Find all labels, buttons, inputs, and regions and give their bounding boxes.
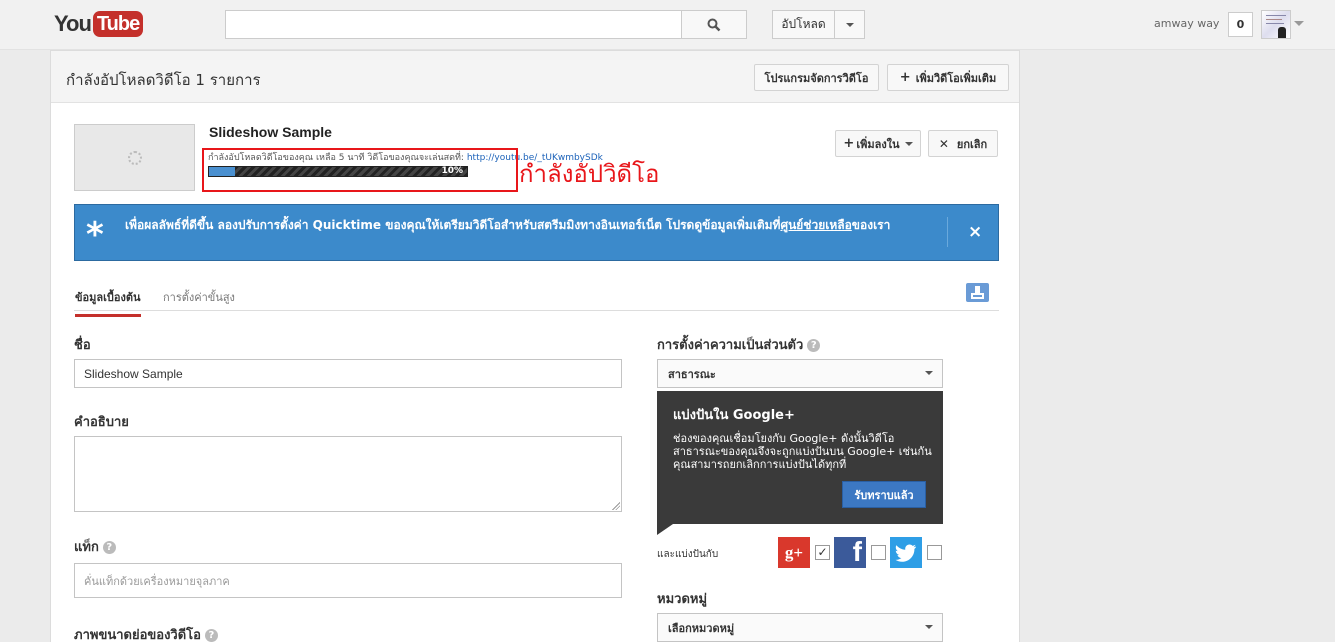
add-more-videos-button[interactable]: + เพิ่มวิดีโอเพิ่มเติม bbox=[887, 64, 1009, 91]
logo-you: You bbox=[54, 11, 92, 36]
banner-text: เพื่อผลลัพธ์ที่ดีขึ้น ลองปรับการตั้งค่า … bbox=[125, 217, 915, 233]
asterisk-icon: * bbox=[86, 215, 104, 255]
description-field[interactable] bbox=[74, 436, 622, 512]
twitter-icon[interactable] bbox=[890, 537, 922, 568]
masthead: You Tube อัปโหลด amway way 0 bbox=[0, 0, 1335, 50]
category-select[interactable]: เลือกหมวดหมู่ bbox=[657, 613, 943, 642]
tags-field[interactable]: คั่นแท็กด้วยเครื่องหมายจุลภาค bbox=[74, 563, 622, 598]
thumbnail-label-row: ภาพขนาดย่อของวิดีโอ? bbox=[74, 624, 218, 642]
add-to-button[interactable]: + เพิ่มลงใน bbox=[835, 130, 921, 157]
logo-tube: Tube bbox=[92, 11, 144, 37]
title-label: ชื่อ bbox=[74, 338, 91, 353]
help-icon[interactable]: ? bbox=[102, 541, 116, 554]
panel-header: กำลังอัปโหลดวิดีโอ 1 รายการ โปรแกรมจัดกา… bbox=[51, 51, 1019, 103]
annotation-text: กำลังอัปวิดีโอ bbox=[519, 160, 660, 188]
tags-label-row: แท็ก? bbox=[74, 536, 116, 557]
help-icon[interactable]: ? bbox=[807, 339, 821, 352]
annotation-box bbox=[202, 148, 518, 192]
chevron-down-icon bbox=[925, 371, 933, 375]
username[interactable]: amway way bbox=[1154, 17, 1219, 30]
video-thumbnail bbox=[74, 124, 195, 191]
avatar[interactable] bbox=[1261, 10, 1291, 39]
account-chevron-icon[interactable] bbox=[1294, 21, 1304, 26]
close-icon: ✕ bbox=[938, 136, 949, 151]
category-label: หมวดหมู่ bbox=[657, 592, 708, 607]
video-title: Slideshow Sample bbox=[209, 124, 332, 140]
privacy-value: สาธารณะ bbox=[668, 367, 716, 381]
cancel-label: ยกเลิก bbox=[956, 137, 988, 151]
privacy-select[interactable]: สาธารณะ bbox=[657, 359, 943, 388]
help-center-link[interactable]: ศูนย์ช่วยเหลือ bbox=[780, 218, 851, 232]
help-icon[interactable]: ? bbox=[204, 629, 218, 642]
upload-button[interactable]: อัปโหลด bbox=[772, 10, 835, 39]
resize-handle-icon[interactable] bbox=[612, 502, 620, 510]
settings-tabs: ข้อมูลเบื้องต้น การตั้งค่าขั้นสูง bbox=[74, 280, 999, 317]
facebook-icon[interactable]: f bbox=[834, 536, 866, 568]
facebook-checkbox[interactable] bbox=[871, 545, 886, 560]
upload-panel: กำลังอัปโหลดวิดีโอ 1 รายการ โปรแกรมจัดกา… bbox=[50, 50, 1020, 642]
banner-close-button[interactable]: × bbox=[968, 222, 982, 242]
search-button[interactable] bbox=[681, 10, 747, 39]
tooltip-title: แบ่งปันใน Google+ bbox=[673, 408, 795, 423]
privacy-label-row: การตั้งค่าความเป็นส่วนตัว? bbox=[657, 334, 821, 355]
got-it-button[interactable]: รับทราบแล้ว bbox=[842, 481, 926, 508]
tab-basic-info[interactable]: ข้อมูลเบื้องต้น bbox=[75, 288, 141, 317]
banner-message: เพื่อผลลัพธ์ที่ดีขึ้น ลองปรับการตั้งค่า … bbox=[125, 218, 781, 232]
banner-divider bbox=[947, 217, 948, 247]
plus-icon: + bbox=[899, 70, 911, 85]
search-input[interactable] bbox=[225, 10, 682, 39]
youtube-logo[interactable]: You Tube bbox=[54, 11, 144, 37]
description-label: คำอธิบาย bbox=[74, 415, 129, 430]
plus-icon: + bbox=[843, 136, 855, 151]
thumbnail-label: ภาพขนาดย่อของวิดีโอ bbox=[74, 628, 201, 642]
video-manager-button[interactable]: โปรแกรมจัดการวิดีโอ bbox=[754, 64, 879, 91]
notification-count[interactable]: 0 bbox=[1228, 12, 1253, 37]
upload-menu-button[interactable] bbox=[834, 10, 865, 39]
google-plus-icon[interactable]: g+ bbox=[778, 537, 810, 568]
chevron-down-icon bbox=[904, 141, 913, 146]
banner-suffix: ของเรา bbox=[851, 218, 891, 232]
chevron-down-icon bbox=[925, 625, 933, 629]
twitter-checkbox[interactable] bbox=[927, 545, 942, 560]
google-plus-checkbox[interactable]: ✓ bbox=[815, 545, 830, 560]
tooltip-body: ช่องของคุณเชื่อมโยงกับ Google+ ดังนั้นวิ… bbox=[673, 432, 932, 471]
tab-advanced-settings[interactable]: การตั้งค่าขั้นสูง bbox=[163, 288, 235, 306]
info-banner: * เพื่อผลลัพธ์ที่ดีขึ้น ลองปรับการตั้งค่… bbox=[74, 204, 999, 261]
tags-label: แท็ก bbox=[74, 540, 99, 555]
tooltip-arrow bbox=[657, 524, 673, 535]
chevron-down-icon bbox=[845, 22, 854, 27]
title-field[interactable]: Slideshow Sample bbox=[74, 359, 622, 388]
loading-spinner-icon bbox=[128, 151, 142, 165]
add-more-label: เพิ่มวิดีโอเพิ่มเติม bbox=[915, 71, 997, 85]
page-title: กำลังอัปโหลดวิดีโอ 1 รายการ bbox=[66, 71, 261, 89]
category-value: เลือกหมวดหมู่ bbox=[668, 621, 735, 635]
cancel-button[interactable]: ✕ ยกเลิก bbox=[928, 130, 998, 157]
search-icon bbox=[707, 18, 721, 31]
share-icon[interactable] bbox=[966, 283, 989, 302]
twitter-bird-icon bbox=[895, 544, 916, 562]
google-plus-tooltip: แบ่งปันใน Google+ ช่องของคุณเชื่อมโยงกับ… bbox=[657, 391, 943, 524]
privacy-label: การตั้งค่าความเป็นส่วนตัว bbox=[657, 338, 804, 353]
add-to-label: เพิ่มลงใน bbox=[856, 137, 900, 151]
also-share-label: และแบ่งปันกับ bbox=[657, 549, 719, 560]
